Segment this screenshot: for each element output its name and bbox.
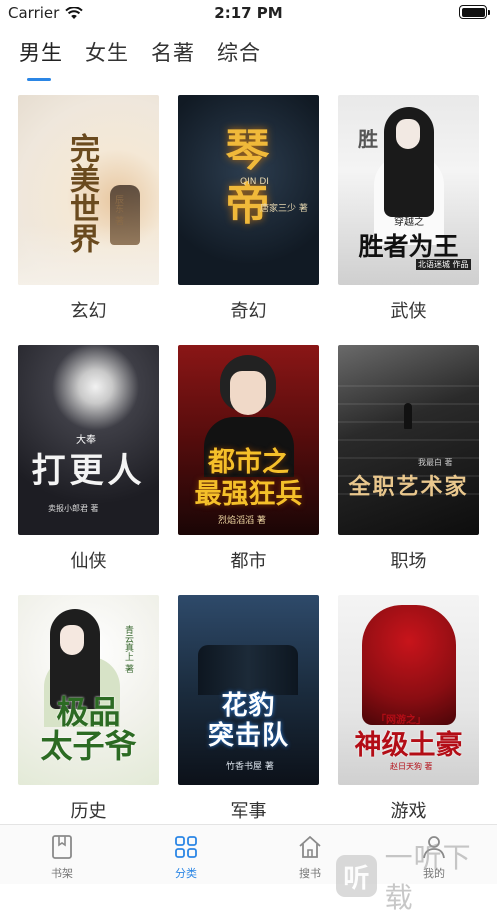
tab-classics[interactable]: 名著 — [151, 37, 195, 81]
category-item-dushi[interactable]: 都市之 最强狂兵 烈焰滔滔 著 都市 — [178, 345, 319, 573]
tab-label: 综合 — [217, 41, 261, 65]
category-item-qihuan[interactable]: 琴 帝 QIN DI 唐家三少 著 奇幻 — [178, 95, 319, 323]
active-tab-indicator — [27, 78, 51, 81]
category-label: 玄幻 — [70, 301, 107, 322]
cover-art — [404, 403, 412, 429]
cover-author: 唐家三少 著 — [260, 204, 308, 214]
tab-male[interactable]: 男生 — [19, 37, 63, 81]
cover-author: 卖报小郎君 著 — [48, 504, 99, 513]
cover-title: 神级土豪 — [354, 730, 463, 761]
category-label: 都市 — [230, 551, 267, 572]
cover-title: 全职艺术家 — [348, 474, 469, 500]
book-cover[interactable]: 胜 穿越之 胜者为王 北语迷城 作品 — [338, 95, 479, 285]
cover-title: 胜者为王 — [358, 232, 459, 261]
category-label: 仙侠 — [70, 551, 107, 572]
tabbar-item-bookshelf[interactable]: 书架 — [22, 833, 102, 881]
cover-author: 烈焰滔滔 著 — [218, 516, 266, 526]
book-cover[interactable]: 都市之 最强狂兵 烈焰滔滔 著 — [178, 345, 319, 535]
tab-label: 女生 — [85, 41, 129, 65]
category-item-junshi[interactable]: 花豹 突击队 竹香书屋 著 军事 — [178, 595, 319, 823]
cover-title-line: 太子爷 — [40, 727, 137, 765]
category-item-wuxia[interactable]: 胜 穿越之 胜者为王 北语迷城 作品 武侠 — [338, 95, 479, 323]
cover-author: 我最白 著 — [418, 458, 453, 467]
cover-title-line: 突击队 — [207, 721, 289, 751]
home-search-icon — [299, 836, 321, 858]
category-item-xianxia[interactable]: 大奉 打更人 卖报小郎君 著 仙侠 — [18, 345, 159, 573]
cover-art — [60, 625, 84, 655]
tab-label: 男生 — [19, 41, 63, 65]
category-label: 军事 — [230, 801, 267, 822]
cover-title: 琴 — [225, 125, 272, 176]
category-label: 历史 — [70, 801, 107, 822]
cover-art — [362, 605, 456, 725]
book-cover[interactable]: 我最白 著 全职艺术家 — [338, 345, 479, 535]
clock: 2:17 PM — [214, 4, 283, 22]
book-cover[interactable]: 「网游之」 神级土豪 赵日天狗 著 — [338, 595, 479, 785]
cover-author: 竹香书屋 著 — [226, 762, 274, 772]
cover-seal: 胜 — [358, 127, 378, 151]
cover-author: 辰东 著 — [113, 195, 123, 225]
gender-tabs: 男生 女生 名著 综合 — [19, 37, 261, 81]
cover-title: 极品 太子爷 — [18, 695, 159, 763]
cover-subtitle: 穿越之 — [394, 217, 424, 228]
cover-art — [230, 371, 266, 415]
watermark-logo: 听 — [336, 855, 377, 897]
watermark-text: 一听下载 — [384, 841, 472, 914]
category-label: 武侠 — [390, 301, 427, 322]
tabbar-item-category[interactable]: 分类 — [146, 833, 226, 881]
tab-label: 名著 — [151, 41, 195, 65]
category-label: 奇幻 — [230, 301, 267, 322]
tabbar-label: 书架 — [51, 867, 73, 880]
cover-title-line: 都市之 — [208, 447, 289, 478]
tab-female[interactable]: 女生 — [85, 37, 129, 81]
bookshelf-icon — [52, 835, 72, 859]
cover-author: 赵日天狗 著 — [390, 762, 433, 771]
category-item-zhichang[interactable]: 我最白 著 全职艺术家 职场 — [338, 345, 479, 573]
category-item-xuanhuan[interactable]: 完美世界 辰东 著 玄幻 — [18, 95, 159, 323]
book-cover[interactable]: 大奉 打更人 卖报小郎君 著 — [18, 345, 159, 535]
watermark: 听 一听下载 — [336, 836, 497, 916]
cover-title: 完美世界 — [64, 133, 99, 253]
cover-title-line: 极品 — [56, 693, 121, 731]
cover-title: 都市之 最强狂兵 — [178, 447, 319, 511]
cover-art — [198, 645, 298, 695]
cover-text: QIN DI — [240, 177, 269, 187]
book-cover[interactable]: 青云真上 著 极品 太子爷 — [18, 595, 159, 785]
category-label: 职场 — [390, 551, 427, 572]
book-cover[interactable]: 花豹 突击队 竹香书屋 著 — [178, 595, 319, 785]
cover-author: 青云真上 著 — [123, 625, 133, 673]
status-bar: Carrier 2:17 PM — [0, 0, 497, 26]
cover-title-line: 最强狂兵 — [194, 479, 303, 510]
cover-art — [396, 119, 420, 149]
cover-title: 打更人 — [31, 451, 146, 491]
category-item-lishi[interactable]: 青云真上 著 极品 太子爷 历史 — [18, 595, 159, 823]
book-cover[interactable]: 完美世界 辰东 著 — [18, 95, 159, 285]
category-grid-icon — [175, 836, 197, 858]
battery-icon — [459, 5, 490, 19]
cover-title-line: 花豹 — [221, 691, 276, 721]
cover-title: 花豹 突击队 — [178, 691, 319, 751]
tab-general[interactable]: 综合 — [217, 37, 261, 81]
book-cover[interactable]: 琴 帝 QIN DI 唐家三少 著 — [178, 95, 319, 285]
tabbar-label: 分类 — [175, 867, 197, 880]
cover-author: 北语迷城 作品 — [416, 259, 471, 270]
category-item-youxi[interactable]: 「网游之」 神级土豪 赵日天狗 著 游戏 — [338, 595, 479, 823]
category-label: 游戏 — [390, 801, 427, 822]
